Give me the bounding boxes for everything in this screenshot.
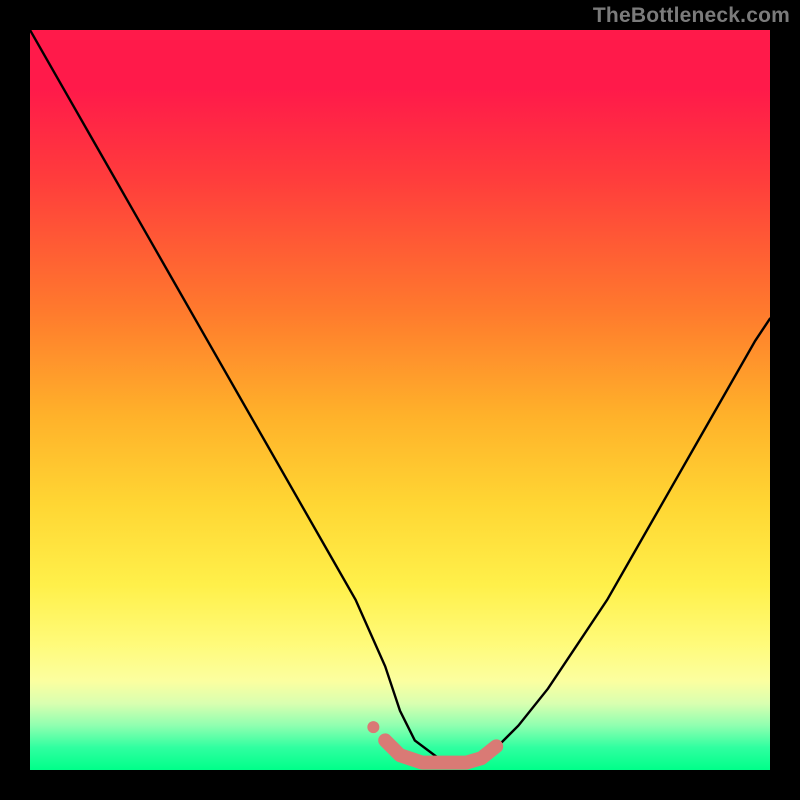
highlight-dot [367,721,379,733]
watermark-text: TheBottleneck.com [593,4,790,28]
curve-layer [30,30,770,770]
bottleneck-curve [30,30,770,763]
highlight-band [385,740,496,762]
plot-area [30,30,770,770]
chart-frame: TheBottleneck.com [0,0,800,800]
